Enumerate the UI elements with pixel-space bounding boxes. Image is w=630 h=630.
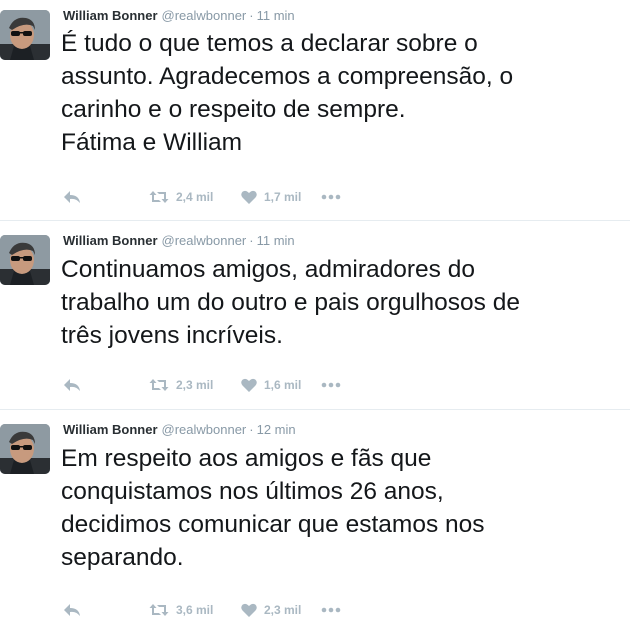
more-icon — [321, 382, 341, 388]
retweet-button[interactable]: 3,6 mil — [149, 603, 241, 617]
reply-icon — [64, 604, 80, 616]
reply-icon — [64, 379, 80, 391]
tweet-text: É tudo o que temos a declarar sobre o as… — [61, 30, 514, 156]
tweet-header: William Bonner @realwbonner · 12 min — [63, 421, 296, 439]
timestamp[interactable]: 11 min — [257, 8, 295, 23]
timestamp[interactable]: 12 min — [257, 422, 296, 437]
avatar[interactable] — [0, 10, 50, 60]
more-icon — [321, 607, 341, 613]
author-name[interactable]: William Bonner — [63, 8, 158, 23]
tweet-text: Em respeito aos amigos e fãs que conquis… — [61, 445, 485, 571]
reply-button[interactable] — [63, 378, 149, 392]
like-button[interactable]: 1,6 mil — [241, 378, 321, 392]
retweet-button[interactable]: 2,3 mil — [149, 378, 241, 392]
separator: · — [249, 233, 254, 248]
tweet-actions: 2,3 mil 1,6 mil — [63, 375, 341, 395]
like-button[interactable]: 2,3 mil — [241, 603, 321, 617]
tweet-header: William Bonner @realwbonner · 11 min — [63, 232, 295, 250]
like-count: 1,7 mil — [264, 190, 302, 204]
heart-icon — [241, 603, 257, 617]
more-button[interactable] — [321, 607, 341, 613]
heart-icon — [241, 378, 257, 392]
like-count: 2,3 mil — [264, 603, 302, 617]
author-name[interactable]: William Bonner — [63, 422, 158, 437]
like-count: 1,6 mil — [264, 378, 302, 392]
separator: · — [249, 8, 254, 23]
more-button[interactable] — [321, 382, 341, 388]
author-name[interactable]: William Bonner — [63, 233, 158, 248]
heart-icon — [241, 190, 257, 204]
retweet-count: 2,3 mil — [176, 378, 214, 392]
more-button[interactable] — [321, 194, 341, 200]
tweet-text: Continuamos amigos, admiradores do traba… — [61, 256, 520, 349]
avatar[interactable] — [0, 424, 50, 474]
timestamp[interactable]: 11 min — [257, 233, 295, 248]
reply-icon — [64, 191, 80, 203]
tweet-actions: 2,4 mil 1,7 mil — [63, 187, 341, 207]
avatar[interactable] — [0, 235, 50, 285]
retweet-icon — [149, 191, 169, 203]
retweet-button[interactable]: 2,4 mil — [149, 190, 241, 204]
retweet-icon — [149, 604, 169, 616]
more-icon — [321, 194, 341, 200]
author-handle[interactable]: @realwbonner — [162, 422, 247, 437]
author-handle[interactable]: @realwbonner — [162, 233, 247, 248]
retweet-icon — [149, 379, 169, 391]
reply-button[interactable] — [63, 190, 149, 204]
tweet[interactable]: William Bonner @realwbonner · 12 min Em res… — [0, 410, 630, 630]
author-handle[interactable]: @realwbonner — [162, 8, 247, 23]
tweet-header: William Bonner @realwbonner · 11 min — [63, 7, 295, 25]
tweet[interactable]: William Bonner @realwbonner · 11 min É tudo… — [0, 0, 630, 221]
tweet-actions: 3,6 mil 2,3 mil — [63, 600, 341, 620]
like-button[interactable]: 1,7 mil — [241, 190, 321, 204]
retweet-count: 2,4 mil — [176, 190, 214, 204]
reply-button[interactable] — [63, 603, 149, 617]
separator: · — [249, 422, 254, 437]
retweet-count: 3,6 mil — [176, 603, 214, 617]
tweet-feed: William Bonner @realwbonner · 11 min É tudo… — [0, 0, 630, 630]
tweet[interactable]: William Bonner @realwbonner · 11 min Contin… — [0, 221, 630, 410]
